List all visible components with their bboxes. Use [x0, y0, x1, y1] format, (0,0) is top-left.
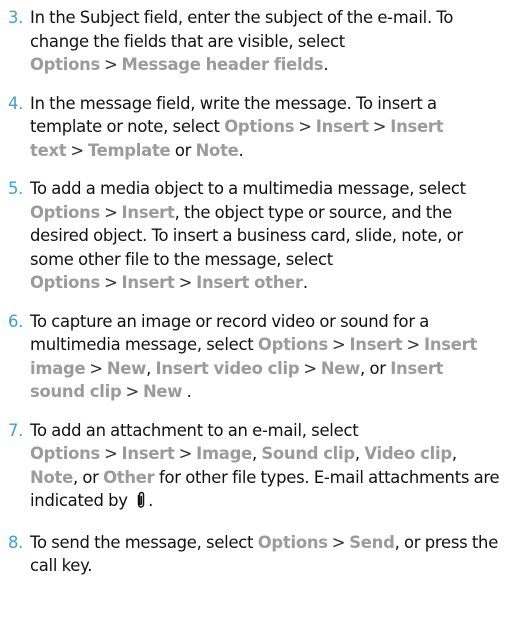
- menu-keyword: Insert: [121, 273, 175, 292]
- step-text-segment: To add an attachment to an e-mail, selec…: [30, 420, 359, 440]
- menu-path-separator: >: [331, 335, 346, 354]
- step-text: To capture an image or record video or s…: [30, 312, 477, 402]
- step-text-segment: To send the message, select: [30, 532, 258, 552]
- step-text-segment: .: [148, 491, 154, 510]
- menu-path-separator: >: [104, 55, 118, 74]
- menu-keyword: Options: [30, 273, 101, 292]
- instruction-step: 4. In the message field, write the messag…: [8, 92, 502, 163]
- step-text: In the Subject field, enter the subject …: [30, 8, 453, 74]
- menu-keyword: Options: [257, 335, 328, 354]
- step-text: To add an attachment to an e-mail, selec…: [30, 420, 500, 511]
- menu-path-separator: >: [372, 117, 387, 136]
- step-number: 7.: [8, 420, 24, 440]
- menu-keyword: Options: [30, 55, 101, 74]
- step-text-segment: , or: [360, 358, 391, 378]
- step-number: 3.: [8, 8, 24, 27]
- menu-path-separator: >: [298, 117, 312, 136]
- step-text-segment: ,: [451, 444, 457, 463]
- instruction-step: 8. To send the message, select Options > Se…: [8, 531, 502, 578]
- menu-path-separator: >: [104, 273, 118, 292]
- instruction-step: 5. To add a media object to a multimedia …: [8, 177, 502, 295]
- menu-keyword: Insert other: [196, 273, 303, 292]
- step-text-segment: ,: [354, 444, 365, 463]
- step-number: 8.: [8, 532, 24, 552]
- menu-path-separator: >: [104, 202, 118, 222]
- instruction-step: 7. To add an attachment to an e-mail, sel…: [8, 419, 502, 516]
- menu-keyword: Sound clip: [261, 444, 355, 463]
- menu-keyword: Insert video clip: [155, 358, 300, 378]
- step-text-segment: ,: [146, 358, 156, 378]
- menu-keyword: New: [106, 358, 147, 378]
- menu-keyword: Note: [30, 467, 73, 487]
- step-text-segment: ,: [251, 444, 262, 463]
- menu-path-separator: >: [70, 140, 84, 160]
- menu-keyword: Insert: [349, 335, 403, 354]
- menu-keyword: Insert: [121, 444, 175, 463]
- instruction-step: 6. To capture an image or record video or…: [8, 310, 502, 404]
- menu-keyword: Video clip: [364, 444, 452, 463]
- menu-keyword: Options: [224, 117, 295, 136]
- menu-path-separator: >: [178, 444, 193, 463]
- menu-path-separator: >: [406, 335, 421, 354]
- menu-keyword: Template: [87, 140, 171, 160]
- menu-path-separator: >: [178, 273, 193, 292]
- step-number: 5.: [8, 179, 24, 198]
- menu-path-separator: >: [125, 382, 139, 401]
- menu-keyword: Insert: [315, 117, 369, 136]
- menu-path-separator: >: [104, 444, 118, 463]
- menu-keyword: Send: [349, 532, 395, 552]
- manual-page: 3. In the Subject field, enter the subjec…: [0, 0, 512, 578]
- menu-path-separator: >: [89, 358, 103, 378]
- menu-path-separator: >: [331, 532, 346, 552]
- step-text-segment: .: [323, 55, 329, 74]
- step-text-segment: .: [182, 382, 192, 401]
- menu-keyword: Message header fields: [121, 55, 324, 74]
- menu-keyword: Image: [196, 444, 252, 463]
- step-text-segment: , or: [72, 467, 104, 487]
- step-text: To add a media object to a multimedia me…: [30, 179, 466, 292]
- menu-path-separator: >: [303, 358, 317, 378]
- instruction-steps-list: 3. In the Subject field, enter the subjec…: [8, 6, 502, 578]
- step-number: 6.: [8, 311, 24, 331]
- menu-keyword: Options: [30, 202, 101, 222]
- menu-keyword: Note: [195, 140, 239, 160]
- step-text-segment: or: [170, 140, 196, 160]
- step-number: 4.: [8, 93, 24, 113]
- menu-keyword: Insert: [121, 202, 175, 222]
- menu-keyword: New: [142, 382, 183, 401]
- menu-keyword: Options: [257, 532, 328, 552]
- step-text-segment: To add a media object to a multimedia me…: [30, 179, 466, 198]
- step-text: In the message field, write the message.…: [30, 94, 444, 160]
- step-text: To send the message, select Options > Send…: [30, 533, 498, 576]
- attachment-clip-icon: [134, 491, 148, 516]
- step-text-segment: .: [238, 140, 244, 160]
- menu-keyword: Other: [103, 467, 155, 487]
- instruction-step: 3. In the Subject field, enter the subjec…: [8, 6, 502, 77]
- menu-keyword: New: [320, 358, 361, 378]
- step-text-segment: .: [302, 273, 308, 292]
- step-text-segment: In the Subject field, enter the subject …: [30, 8, 454, 51]
- menu-keyword: Options: [30, 444, 101, 463]
